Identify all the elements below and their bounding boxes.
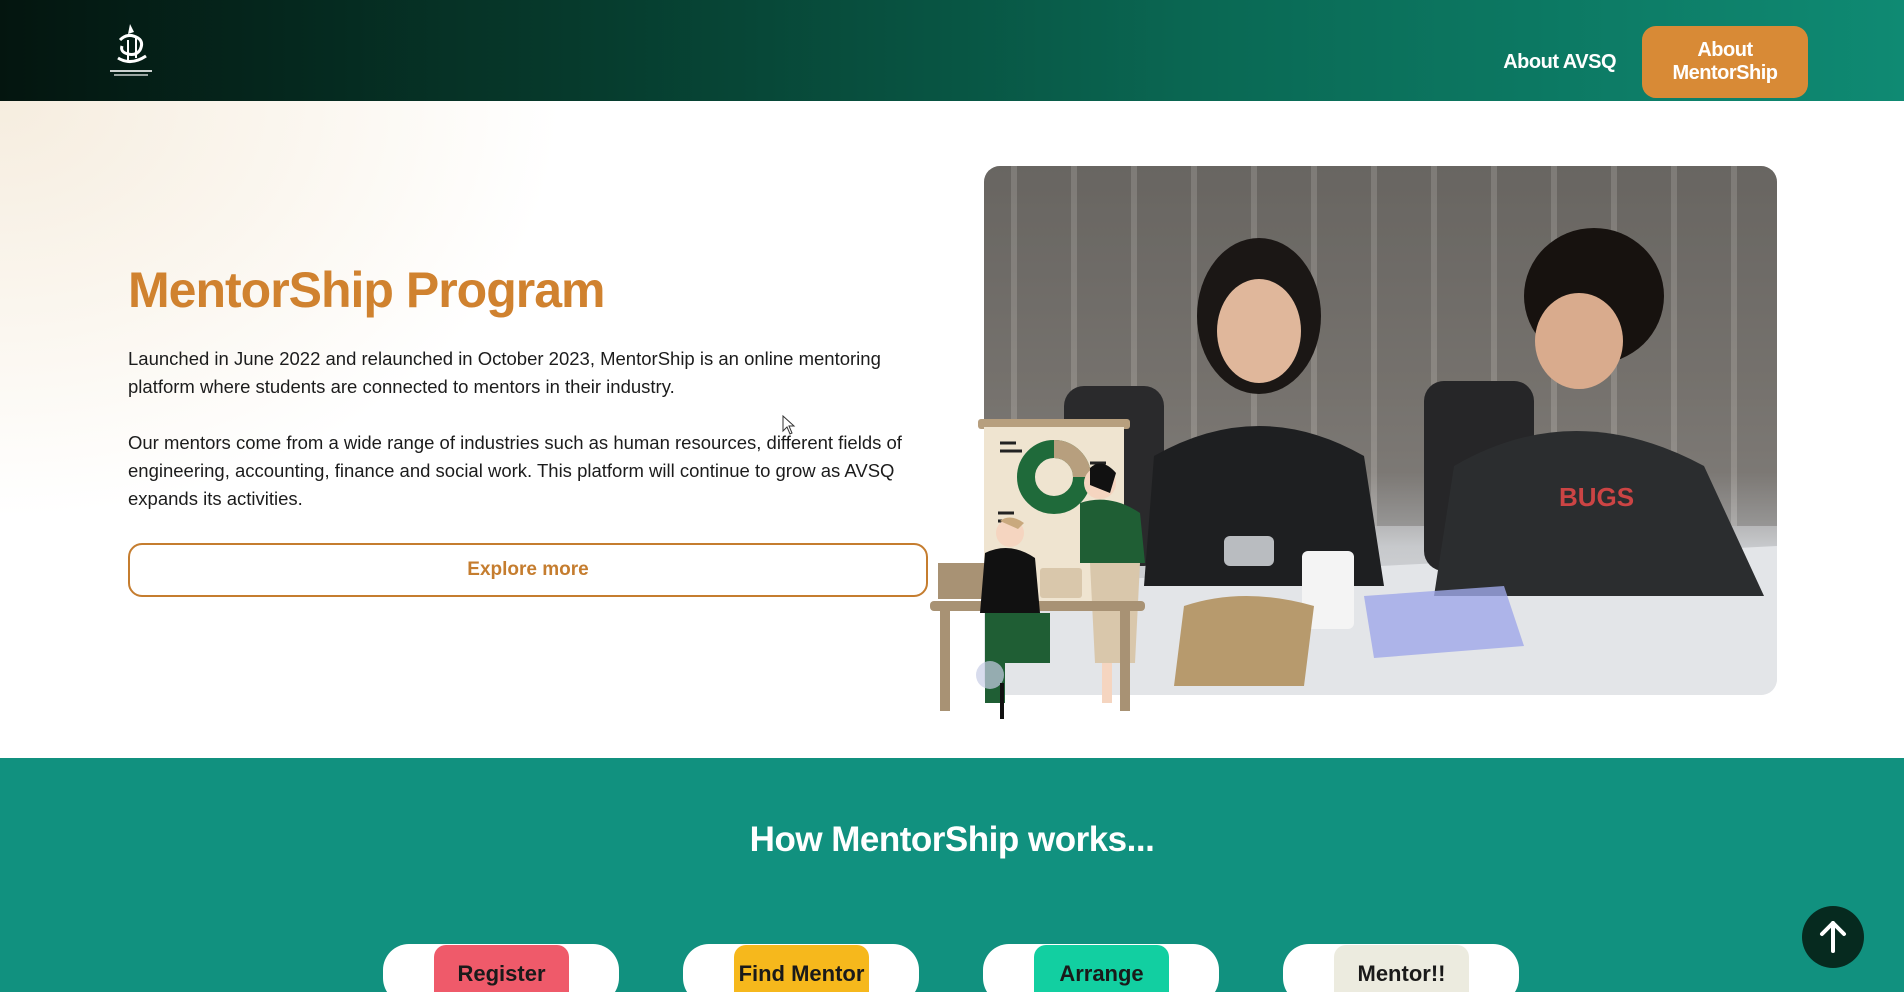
mouse-cursor-icon (782, 414, 796, 440)
main-nav: About AVSQ About MentorShip (1503, 26, 1808, 98)
hero-paragraph-mentors: Our mentors come from a wide range of in… (128, 432, 902, 509)
step-mentor[interactable]: Mentor!! (1334, 945, 1469, 992)
svg-text:BUGS: BUGS (1559, 482, 1634, 512)
nav-about-avsq[interactable]: About AVSQ (1503, 51, 1616, 74)
how-it-works-section: How MentorShip works... Register Find Me… (0, 758, 1904, 992)
site-header: About AVSQ About MentorShip (0, 0, 1904, 101)
step-arrange[interactable]: Arrange (1034, 945, 1169, 992)
hero-section: MentorShip Program Launched in June 2022… (0, 101, 1904, 758)
step-register[interactable]: Register (434, 945, 569, 992)
nav-about-mentorship[interactable]: About MentorShip (1642, 26, 1808, 98)
hero-paragraph-intro: Launched in June 2022 and relaunched in … (128, 348, 881, 397)
how-it-works-title: How MentorShip works... (749, 820, 1155, 859)
mentoring-illustration (930, 413, 1190, 723)
scroll-top-button[interactable] (1802, 906, 1864, 968)
avsq-logo-icon[interactable] (106, 20, 156, 80)
explore-more-button[interactable]: Explore more (128, 543, 928, 597)
hero-title: MentorShip Program (128, 262, 605, 318)
arrow-up-icon (1820, 921, 1846, 953)
step-find-mentor[interactable]: Find Mentor (734, 945, 869, 992)
